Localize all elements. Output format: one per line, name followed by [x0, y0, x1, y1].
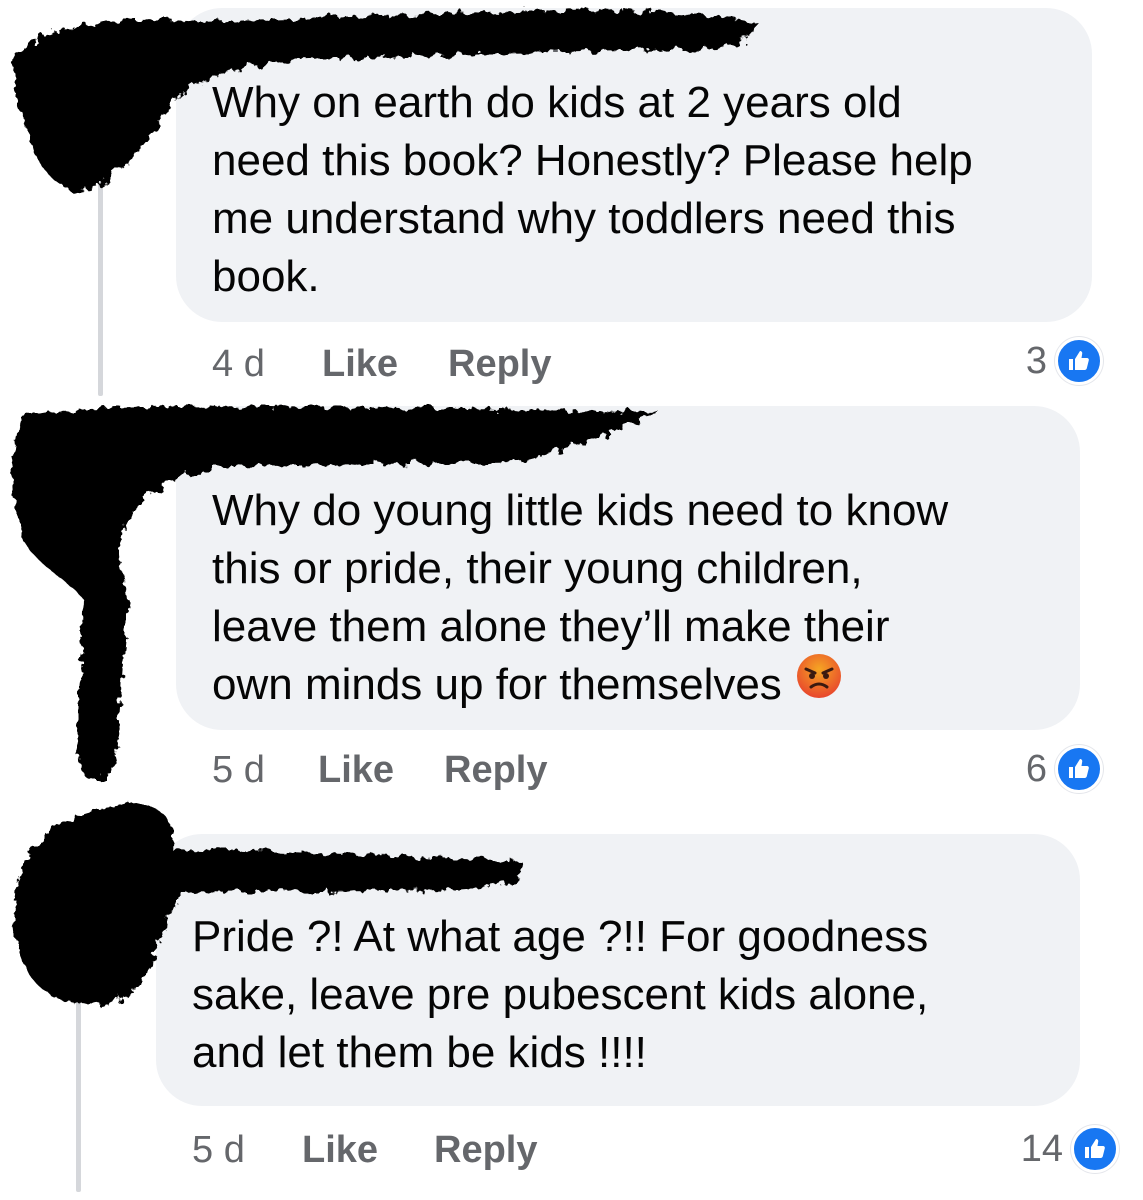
reaction-count: 14	[1020, 1127, 1063, 1170]
comment-bubble: Pride ?! At what age ?!! For goodness sa…	[156, 834, 1080, 1106]
comment-text-line-content: own minds up for themselves	[212, 660, 782, 709]
reaction-count: 3	[1025, 339, 1047, 382]
reaction-summary[interactable]: 6	[1025, 745, 1103, 793]
comment-text-line: leave them alone they’ll make their	[212, 602, 890, 651]
comment-text-line: Why on earth do kids at 2 years old	[212, 78, 902, 127]
comment-age[interactable]: 4 d	[212, 342, 265, 386]
thumbs-up-icon	[1071, 1125, 1119, 1173]
reply-button[interactable]: Reply	[434, 1128, 537, 1172]
comment-text: Why on earth do kids at 2 years old need…	[212, 74, 973, 306]
comment-text-line: own minds up for themselves	[212, 653, 948, 714]
thumbs-up-icon	[1055, 337, 1103, 385]
comment-text-line: this or pride, their young children,	[212, 544, 863, 593]
reply-button[interactable]: Reply	[448, 342, 551, 386]
comment-text-line: Why do young little kids need to know	[212, 486, 949, 535]
reaction-summary[interactable]: 14	[1020, 1125, 1119, 1173]
comment-meta: 5 d Like Reply	[192, 1128, 792, 1172]
comment-meta: 5 d Like Reply	[212, 748, 812, 792]
comment-text-line: Pride ?! At what age ?!! For goodness	[192, 912, 929, 961]
comment-author[interactable]: Consuela D'Hammock	[212, 22, 570, 61]
comment-bubble: Why do young little kids need to know th…	[176, 406, 1080, 730]
reply-button[interactable]: Reply	[444, 748, 547, 792]
comment-bubble: Why on earth do kids at 2 years old need…	[176, 8, 1092, 322]
like-button[interactable]: Like	[318, 748, 394, 792]
comment-meta: 4 d Like Reply	[212, 342, 812, 386]
thumbs-up-icon	[1055, 745, 1103, 793]
comment-text-line: and let them be kids !!!!	[192, 1028, 647, 1077]
comment-text: Pride ?! At what age ?!! For goodness sa…	[192, 908, 928, 1082]
comment-text-line: sake, leave pre pubescent kids alone,	[192, 970, 929, 1019]
comment-text-line: need this book? Honestly? Please help	[212, 136, 973, 185]
comment-age[interactable]: 5 d	[192, 1128, 245, 1172]
angry-face-icon	[796, 653, 842, 714]
thread-line	[98, 150, 103, 396]
comment-age[interactable]: 5 d	[212, 748, 265, 792]
reaction-summary[interactable]: 3	[1025, 337, 1103, 385]
reaction-count: 6	[1025, 747, 1047, 790]
comment-text: Why do young little kids need to know th…	[212, 482, 948, 714]
like-button[interactable]: Like	[322, 342, 398, 386]
comment-text-line: book.	[212, 252, 320, 301]
thread-line	[76, 1000, 81, 1192]
comment-text-line: me understand why toddlers need this	[212, 194, 956, 243]
like-button[interactable]: Like	[302, 1128, 378, 1172]
